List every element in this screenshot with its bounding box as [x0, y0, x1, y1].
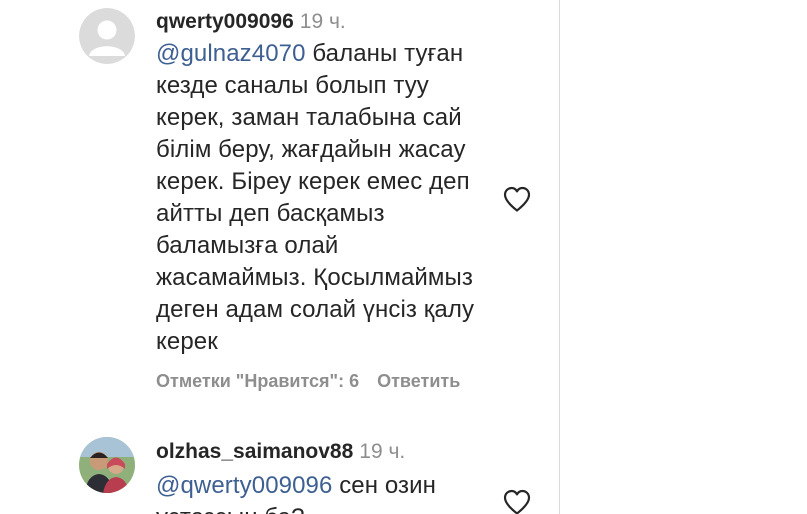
- comment-line: @qwerty009096 сен озин: [156, 470, 501, 502]
- like-button[interactable]: [502, 488, 532, 514]
- comment-time[interactable]: 19 ч.: [300, 10, 346, 33]
- comment-line: жасамаймыз. Қосылмаймыз: [156, 264, 473, 291]
- comment-line: баламызға олай: [156, 232, 339, 259]
- comment-line: керек. Біреу керек емес деп: [156, 168, 470, 195]
- comment-meta: Отметки "Нравится": 6 Ответить: [156, 371, 460, 392]
- comment-line: деген адам солай үнсіз қалу: [156, 296, 475, 323]
- comment-username[interactable]: olzhas_saimanov88: [156, 440, 353, 463]
- mention-link[interactable]: @qwerty009096: [156, 472, 332, 499]
- comment-body: @gulnaz4070 баланы туған кезде саналы бо…: [156, 38, 501, 358]
- comment-line: білім беру, жағдайын жасау: [156, 136, 466, 163]
- comment-header: olzhas_saimanov88 19 ч.: [156, 440, 405, 464]
- comment-username[interactable]: qwerty009096: [156, 10, 294, 33]
- mention-link[interactable]: @gulnaz4070: [156, 40, 306, 67]
- likes-count[interactable]: Отметки "Нравится": 6: [156, 371, 359, 391]
- comment-header: qwerty009096 19 ч.: [156, 10, 346, 34]
- user-photo-avatar: [79, 437, 135, 493]
- avatar[interactable]: [79, 8, 135, 64]
- default-avatar-icon: [79, 8, 135, 64]
- comment-body: @qwerty009096 сен озин устазсын ба?: [156, 470, 501, 514]
- comment-line: кезде саналы болып туу: [156, 72, 429, 99]
- heart-outline-icon: [503, 186, 531, 212]
- comment-line: айтты деп басқамыз: [156, 200, 385, 227]
- comment-text-segment: сен озин: [332, 472, 437, 499]
- like-button[interactable]: [502, 185, 532, 213]
- avatar[interactable]: [79, 437, 135, 493]
- heart-outline-icon: [503, 489, 531, 514]
- comment-line: устазсын ба?: [156, 502, 501, 514]
- comment-line: керек, заман талабына сай: [156, 104, 462, 131]
- comments-panel: qwerty009096 19 ч. @gulnaz4070 баланы туғ…: [0, 0, 560, 514]
- comment-line: керек: [156, 328, 218, 355]
- comment-time[interactable]: 19 ч.: [359, 440, 405, 463]
- comment-text-segment: баланы туған: [305, 40, 464, 67]
- comment-line: @gulnaz4070 баланы туған: [156, 38, 501, 70]
- reply-button[interactable]: Ответить: [377, 371, 460, 391]
